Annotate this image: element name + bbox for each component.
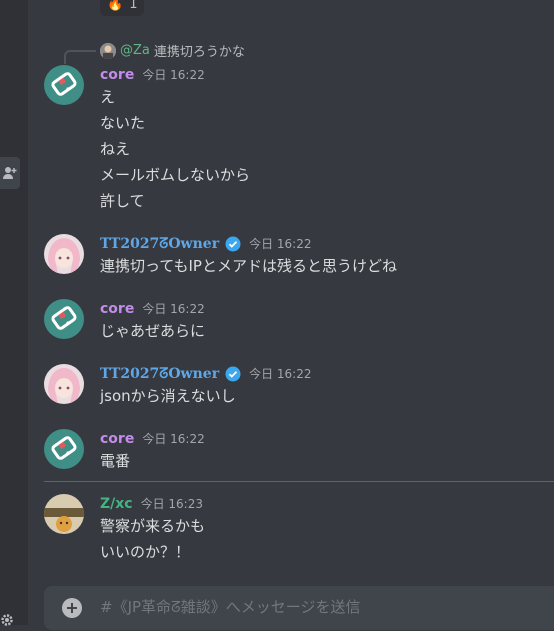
plus-circle-icon[interactable] — [62, 598, 82, 618]
reaction-pill[interactable]: 🔥 1 — [100, 0, 145, 16]
message-line: 連携切ってもIPとメアドは残ると思うけどね — [100, 257, 397, 275]
message-line: じゃあぜあらに — [100, 322, 206, 340]
message-composer: #《JP革命ᘔ雑談》へメッセージを送信 — [44, 586, 554, 630]
reaction-count: 1 — [129, 0, 138, 12]
message-line: 電番 — [100, 452, 131, 470]
message-line: メールボムしないから — [100, 166, 251, 184]
message-line: え — [100, 88, 116, 106]
reply-reference[interactable]: @Za 連携切ろうかな — [100, 41, 245, 60]
message-timestamp: 今日 16:22 — [142, 68, 205, 82]
gear-icon[interactable] — [0, 612, 14, 626]
message-author: core 今日 16:22 — [100, 430, 205, 447]
message-timestamp: 今日 16:22 — [142, 302, 205, 316]
author-name[interactable]: core — [100, 431, 134, 447]
reply-spine — [64, 50, 96, 64]
author-name[interactable]: Z/xc — [100, 496, 133, 512]
message-author: core 今日 16:22 — [100, 66, 205, 83]
message-line: 警察が来るかも — [100, 517, 206, 535]
author-name[interactable]: TT2027ᘔOwner — [100, 236, 219, 252]
add-member-icon[interactable] — [0, 157, 20, 189]
message-line: ねえ — [100, 140, 131, 158]
message-author: Z/xc 今日 16:23 — [100, 495, 203, 512]
message-author: TT2027ᘔOwner 今日 16:22 — [100, 365, 311, 382]
reply-avatar — [100, 42, 116, 59]
avatar[interactable] — [44, 494, 84, 534]
message-author: core 今日 16:22 — [100, 300, 205, 317]
verified-badge-icon — [225, 366, 241, 381]
author-name[interactable]: TT2027ᘔOwner — [100, 366, 219, 382]
message-author: TT2027ᘔOwner 今日 16:22 — [100, 235, 311, 252]
avatar[interactable] — [44, 429, 84, 469]
author-name[interactable]: core — [100, 67, 134, 83]
message-line: いいのか？！ — [100, 543, 191, 561]
message-line: jsonから消えないし — [100, 387, 236, 405]
message-timestamp: 今日 16:23 — [140, 497, 203, 511]
message-line: 許して — [100, 192, 145, 210]
avatar[interactable] — [44, 299, 84, 339]
avatar[interactable] — [44, 234, 84, 274]
fire-emoji: 🔥 — [107, 0, 124, 12]
author-name[interactable]: core — [100, 301, 134, 317]
avatar[interactable] — [44, 364, 84, 404]
reply-text: 連携切ろうかな — [153, 45, 245, 60]
message-input[interactable]: #《JP革命ᘔ雑談》へメッセージを送信 — [100, 596, 360, 617]
message-timestamp: 今日 16:22 — [249, 237, 312, 251]
avatar[interactable] — [44, 65, 84, 105]
channel-sidebar-edge — [0, 0, 28, 625]
message-timestamp: 今日 16:22 — [249, 367, 312, 381]
reply-mention[interactable]: @Za — [120, 43, 150, 58]
new-messages-divider — [44, 481, 554, 482]
verified-badge-icon — [225, 236, 241, 251]
message-timestamp: 今日 16:22 — [142, 432, 205, 446]
message-line: ないた — [100, 114, 146, 132]
